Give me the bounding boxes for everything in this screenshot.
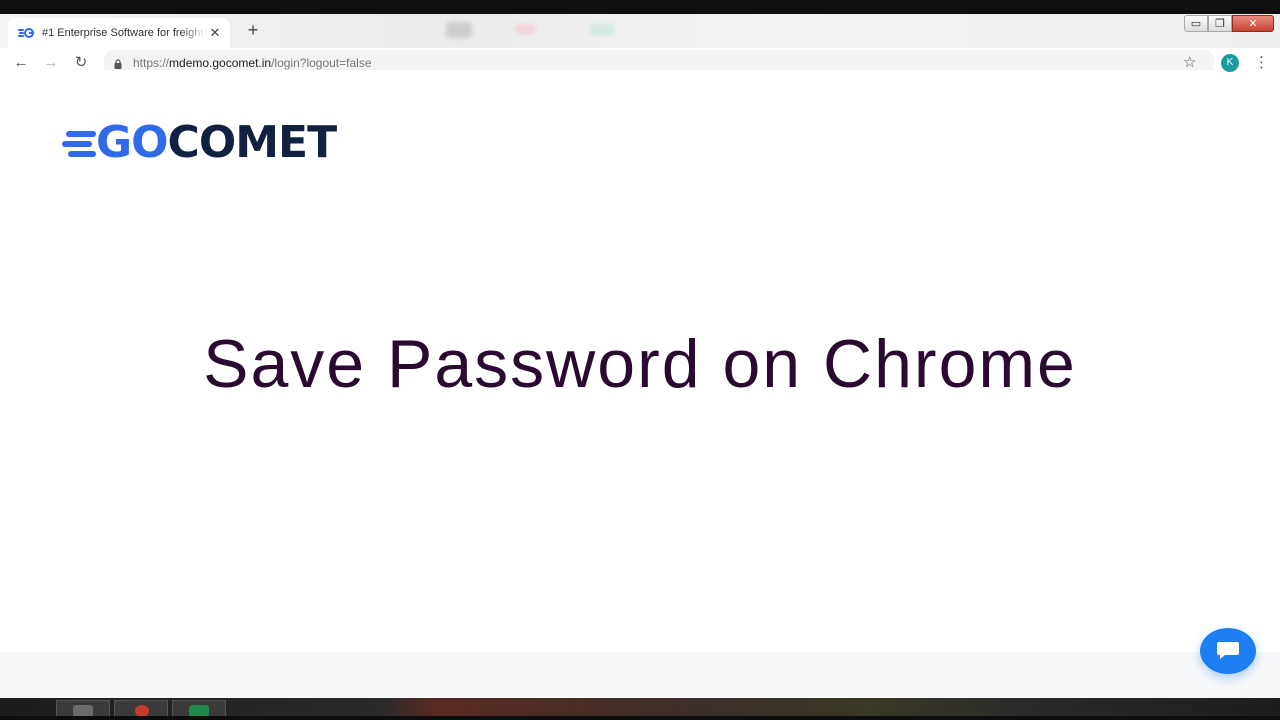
minimize-button[interactable]: ▭ bbox=[1184, 15, 1208, 32]
screen-bottom-border bbox=[0, 716, 1280, 720]
restore-button[interactable]: ❐ bbox=[1208, 15, 1232, 32]
url-host: mdemo.gocomet.in bbox=[169, 56, 272, 70]
gocomet-favicon-icon bbox=[18, 27, 34, 39]
browser-tab[interactable]: #1 Enterprise Software for freight ✕ bbox=[8, 18, 230, 48]
window-controls: ▭ ❐ ✕ bbox=[1184, 15, 1274, 32]
tab-title: #1 Enterprise Software for freight bbox=[42, 27, 204, 39]
address-bar[interactable]: https://mdemo.gocomet.in/login?logout=fa… bbox=[104, 50, 1214, 70]
page-headline: Save Password on Chrome bbox=[203, 326, 1077, 402]
gocomet-logo: GOCOMET bbox=[62, 118, 352, 168]
url-path: /login?logout=false bbox=[271, 56, 372, 70]
browser-menu-icon[interactable]: ⋮ bbox=[1254, 54, 1269, 72]
footer-band bbox=[0, 652, 1280, 698]
blurred-area bbox=[446, 22, 472, 38]
blurred-area bbox=[590, 24, 614, 36]
url-scheme: https:// bbox=[133, 56, 170, 70]
blurred-area bbox=[516, 24, 536, 34]
url-text: https://mdemo.gocomet.in/login?logout=fa… bbox=[133, 56, 372, 70]
bookmark-star-icon[interactable]: ☆ bbox=[1183, 54, 1196, 72]
profile-avatar[interactable]: K bbox=[1221, 54, 1239, 72]
logo-wordmark: GOCOMET bbox=[96, 117, 338, 168]
chat-widget-button[interactable] bbox=[1200, 628, 1256, 674]
screen-top-border bbox=[0, 0, 1280, 14]
lock-icon bbox=[114, 56, 122, 69]
back-button[interactable]: ← bbox=[12, 54, 30, 72]
chat-icon bbox=[1217, 642, 1239, 659]
close-window-button[interactable]: ✕ bbox=[1232, 15, 1274, 32]
reload-button[interactable]: ↻ bbox=[72, 54, 90, 72]
tab-close-icon[interactable]: ✕ bbox=[208, 26, 222, 40]
logo-go: GO bbox=[96, 117, 169, 168]
forward-button[interactable]: → bbox=[42, 54, 60, 72]
logo-comet: COMET bbox=[167, 117, 338, 168]
new-tab-button[interactable]: + bbox=[244, 21, 262, 39]
